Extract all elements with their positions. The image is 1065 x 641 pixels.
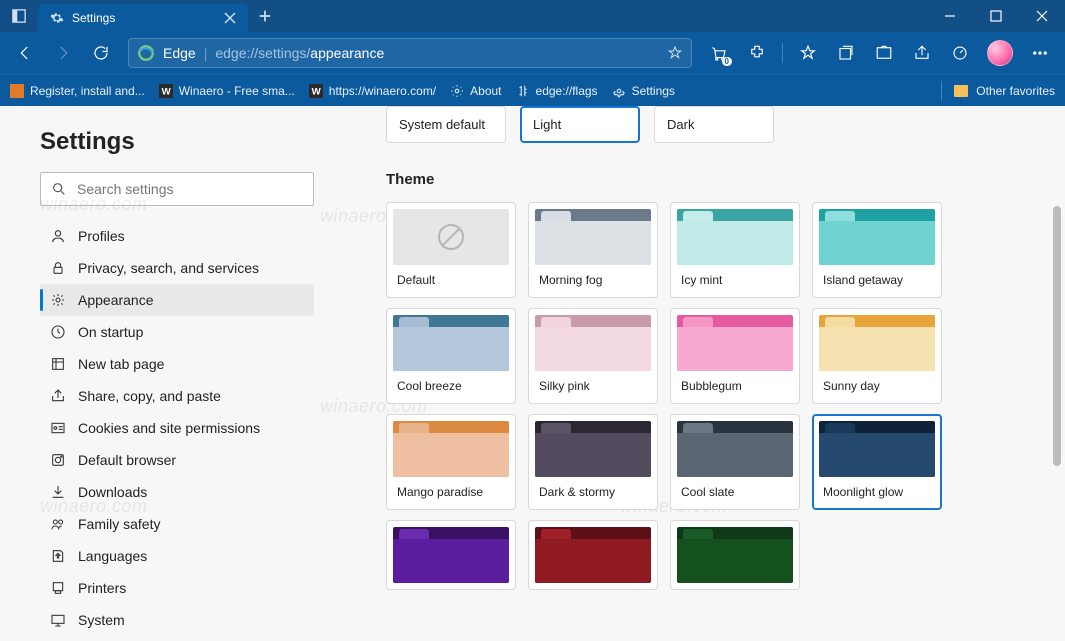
minimize-button[interactable] <box>927 0 973 32</box>
tab-title: Settings <box>72 11 115 25</box>
settings-sidebar: Settings Search settings ProfilesPrivacy… <box>0 106 340 641</box>
refresh-button[interactable] <box>84 36 118 70</box>
svg-text:W: W <box>161 86 171 97</box>
theme-heading: Theme <box>386 171 1045 188</box>
close-window-button[interactable] <box>1019 0 1065 32</box>
brand-label: Edge <box>163 45 196 61</box>
profile-avatar[interactable] <box>987 40 1013 66</box>
scrollbar-thumb[interactable] <box>1053 206 1061 466</box>
sidebar-item[interactable]: Default browser <box>40 444 314 476</box>
forward-button[interactable] <box>46 36 80 70</box>
theme-card[interactable] <box>528 520 658 590</box>
overall-option[interactable]: System default <box>386 106 506 143</box>
overall-option[interactable]: Light <box>520 106 640 143</box>
window-controls <box>927 0 1065 32</box>
bookmark-item[interactable]: Settings <box>612 84 675 98</box>
sidebar-item[interactable]: Downloads <box>40 476 314 508</box>
bookmark-item[interactable]: edge://flags <box>516 84 598 98</box>
collections-icon[interactable] <box>829 36 863 70</box>
new-tab-button[interactable] <box>248 9 282 23</box>
share-icon[interactable] <box>905 36 939 70</box>
sidebar-item[interactable]: Share, copy, and paste <box>40 380 314 412</box>
title-left: Settings <box>0 0 282 32</box>
screenshot-icon[interactable] <box>867 36 901 70</box>
favorites-icon[interactable] <box>791 36 825 70</box>
titlebar: Settings <box>0 0 1065 32</box>
settings-nav: ProfilesPrivacy, search, and servicesApp… <box>40 220 314 636</box>
theme-card[interactable]: Silky pink <box>528 308 658 404</box>
theme-card[interactable]: Moonlight glow <box>812 414 942 510</box>
address-bar[interactable]: Edge | edge://settings/appearance <box>128 38 692 68</box>
tab-actions-icon[interactable] <box>0 9 38 23</box>
sidebar-item[interactable]: Languages <box>40 540 314 572</box>
sidebar-item[interactable]: Printers <box>40 572 314 604</box>
folder-icon <box>954 85 968 97</box>
shopping-icon[interactable]: 0 <box>702 36 736 70</box>
close-icon[interactable] <box>224 12 236 24</box>
other-favorites-label: Other favorites <box>976 84 1055 98</box>
extensions-icon[interactable] <box>740 36 774 70</box>
url-bright: appearance <box>310 45 384 61</box>
theme-card[interactable]: Cool slate <box>670 414 800 510</box>
theme-card[interactable]: Bubblegum <box>670 308 800 404</box>
settings-heading: Settings <box>40 128 314 156</box>
browser-tab[interactable]: Settings <box>38 4 248 32</box>
svg-text:W: W <box>311 86 321 97</box>
search-settings-input[interactable]: Search settings <box>40 172 314 206</box>
sidebar-item[interactable]: System <box>40 604 314 636</box>
bookmarks-bar: Register, install and... WWinaero - Free … <box>0 74 1065 106</box>
sidebar-item[interactable]: Profiles <box>40 220 314 252</box>
theme-card[interactable]: Dark & stormy <box>528 414 658 510</box>
settings-main: System default Light Dark Theme DefaultMor… <box>340 106 1065 641</box>
menu-button[interactable] <box>1023 36 1057 70</box>
search-placeholder: Search settings <box>77 181 174 197</box>
overall-option[interactable]: Dark <box>654 106 774 143</box>
browser-window: Settings Edge | edge://settings/appearan… <box>0 0 1065 641</box>
bookmark-item[interactable]: Register, install and... <box>10 84 145 98</box>
theme-card[interactable]: Mango paradise <box>386 414 516 510</box>
url-dim: edge://settings/ <box>215 45 310 61</box>
theme-card[interactable]: Island getaway <box>812 202 942 298</box>
maximize-button[interactable] <box>973 0 1019 32</box>
theme-card[interactable]: Cool breeze <box>386 308 516 404</box>
content-area: winaero.com winaero.com winaero.com wina… <box>0 106 1065 641</box>
sidebar-item[interactable]: Cookies and site permissions <box>40 412 314 444</box>
search-icon <box>51 181 67 197</box>
theme-card[interactable]: Sunny day <box>812 308 942 404</box>
theme-card[interactable]: Default <box>386 202 516 298</box>
edge-icon <box>137 44 155 62</box>
sidebar-item[interactable]: On startup <box>40 316 314 348</box>
bookmark-item[interactable]: WWinaero - Free sma... <box>159 84 295 98</box>
toolbar: Edge | edge://settings/appearance 0 <box>0 32 1065 74</box>
bookmark-item[interactable]: About <box>450 84 501 98</box>
back-button[interactable] <box>8 36 42 70</box>
favorite-icon[interactable] <box>667 45 683 61</box>
theme-card[interactable]: Morning fog <box>528 202 658 298</box>
other-favorites[interactable]: Other favorites <box>937 81 1055 101</box>
sidebar-item[interactable]: Family safety <box>40 508 314 540</box>
overall-appearance-options: System default Light Dark <box>386 106 1045 143</box>
theme-card[interactable] <box>386 520 516 590</box>
gear-icon <box>50 11 64 25</box>
theme-card[interactable] <box>670 520 800 590</box>
theme-grid: DefaultMorning fogIcy mintIsland getaway… <box>386 202 1045 590</box>
sidebar-item[interactable]: Privacy, search, and services <box>40 252 314 284</box>
performance-icon[interactable] <box>943 36 977 70</box>
bookmark-item[interactable]: Whttps://winaero.com/ <box>309 84 436 98</box>
sidebar-item[interactable]: New tab page <box>40 348 314 380</box>
theme-card[interactable]: Icy mint <box>670 202 800 298</box>
sidebar-item[interactable]: Appearance <box>40 284 314 316</box>
